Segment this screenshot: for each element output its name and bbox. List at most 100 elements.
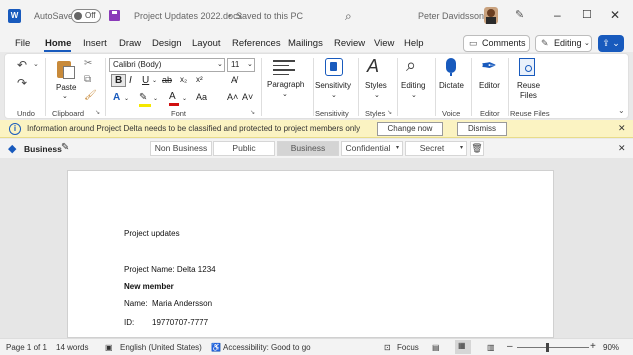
language[interactable]: English (United States)	[120, 343, 202, 352]
close-icon[interactable]: ✕	[610, 8, 620, 22]
subscript-button[interactable]: x₂	[180, 75, 187, 84]
font-color-icon[interactable]: A	[169, 91, 179, 106]
menu-references[interactable]: References	[232, 38, 281, 49]
delete-label-icon[interactable]: 🗑	[470, 141, 484, 156]
paste-icon[interactable]	[55, 59, 77, 81]
copy-icon[interactable]: ⧉	[84, 74, 91, 85]
highlight-icon[interactable]: ✎	[139, 92, 151, 107]
paragraph-icon[interactable]	[273, 60, 295, 75]
grow-font-icon[interactable]: A˄	[227, 92, 238, 102]
zoom-level[interactable]: 90%	[603, 343, 619, 352]
save-icon[interactable]	[109, 10, 120, 21]
styles-label[interactable]: Styles	[365, 81, 387, 90]
reuse-label-line1[interactable]: Reuse	[517, 81, 540, 90]
label-option-secret[interactable]: Secret ▾	[405, 141, 467, 156]
styles-dropdown-icon[interactable]: ⌄	[374, 91, 380, 99]
font-size-select[interactable]: 11 ⌄	[227, 58, 255, 72]
italic-button[interactable]: I	[129, 75, 132, 86]
autosave-toggle[interactable]: Off	[71, 9, 101, 23]
paste-dropdown-icon[interactable]: ⌄	[62, 92, 68, 100]
focus-label[interactable]: Focus	[397, 343, 419, 352]
share-button[interactable]: ⇪ ⌄	[598, 35, 624, 52]
zoom-slider-thumb[interactable]	[546, 343, 549, 352]
accessibility-icon[interactable]: ♿	[211, 343, 221, 352]
superscript-button[interactable]: x²	[196, 75, 203, 84]
clear-formatting-icon[interactable]: A̸	[231, 75, 237, 85]
zoom-out-icon[interactable]: –	[507, 341, 513, 352]
avatar[interactable]	[484, 7, 498, 24]
change-now-button[interactable]: Change now	[377, 122, 443, 136]
minimize-icon[interactable]: –	[554, 8, 561, 22]
edit-label-icon[interactable]: ✎	[61, 142, 69, 153]
page-count[interactable]: Page 1 of 1	[6, 343, 47, 352]
text-effects-dropdown-icon[interactable]: ⌄	[124, 95, 129, 102]
format-painter-icon[interactable]: 🖌	[84, 90, 97, 101]
menu-view[interactable]: View	[374, 38, 394, 49]
menu-draw[interactable]: Draw	[119, 38, 141, 49]
label-option-public[interactable]: Public	[213, 141, 275, 156]
highlight-dropdown-icon[interactable]: ⌄	[153, 95, 158, 102]
print-layout-icon[interactable]: ▦	[455, 340, 471, 354]
undo-dropdown-icon[interactable]: ⌄	[33, 60, 39, 68]
ribbon-collapse-icon[interactable]: ⌄	[618, 106, 625, 115]
label-option-business[interactable]: Business	[277, 141, 339, 156]
menu-insert[interactable]: Insert	[83, 38, 107, 49]
clipboard-launcher-icon[interactable]: ↘	[95, 109, 100, 116]
dismiss-button[interactable]: Dismiss	[457, 122, 507, 136]
paragraph-label[interactable]: Paragraph	[267, 80, 304, 89]
paragraph-dropdown-icon[interactable]: ⌄	[282, 90, 288, 98]
accessibility-status[interactable]: Accessibility: Good to go	[223, 343, 311, 352]
word-count[interactable]: 14 words	[56, 343, 88, 352]
web-layout-icon[interactable]: ▥	[487, 343, 495, 352]
menu-help[interactable]: Help	[404, 38, 424, 49]
label-option-confidential[interactable]: Confidential ▾	[341, 141, 403, 156]
menu-design[interactable]: Design	[152, 38, 182, 49]
microphone-icon[interactable]	[446, 58, 456, 73]
sensitivity-icon[interactable]	[325, 58, 343, 76]
underline-dropdown-icon[interactable]: ⌄	[152, 77, 157, 84]
menu-file[interactable]: File	[15, 38, 30, 49]
sensitivity-dropdown-icon[interactable]: ⌄	[331, 91, 337, 99]
editing-label[interactable]: Editing	[401, 81, 425, 90]
maximize-icon[interactable]: ☐	[582, 8, 592, 21]
styles-icon[interactable]: A	[367, 56, 379, 77]
reuse-label-line2[interactable]: Files	[520, 91, 537, 100]
search-icon[interactable]: ⌕	[345, 9, 352, 24]
paste-label[interactable]: Paste	[56, 83, 76, 92]
zoom-in-icon[interactable]: +	[590, 341, 596, 352]
strikethrough-button[interactable]: ab	[162, 75, 172, 85]
styles-launcher-icon[interactable]: ↘	[387, 109, 392, 116]
close-icon[interactable]: ✕	[618, 143, 626, 154]
pen-icon[interactable]: ✎	[515, 8, 524, 21]
change-case-icon[interactable]: Aa	[196, 92, 207, 102]
shrink-font-icon[interactable]: A˅	[242, 92, 253, 102]
menu-review[interactable]: Review	[334, 38, 365, 49]
reuse-files-icon[interactable]	[519, 58, 535, 76]
read-mode-icon[interactable]: ▤	[432, 343, 440, 352]
editing-mode-button[interactable]: ✎ Editing ⌄	[535, 35, 592, 52]
focus-icon[interactable]: ⊡	[384, 343, 391, 352]
bold-button[interactable]: B	[111, 74, 127, 87]
sensitivity-label[interactable]: Sensitivity	[315, 81, 351, 90]
dictate-label[interactable]: Dictate	[439, 81, 464, 90]
menu-mailings[interactable]: Mailings	[288, 38, 323, 49]
font-launcher-icon[interactable]: ↘	[250, 109, 255, 116]
undo-icon[interactable]: ↶	[17, 58, 27, 72]
editing-dropdown-icon[interactable]: ⌄	[411, 91, 417, 99]
menu-layout[interactable]: Layout	[192, 38, 221, 49]
menu-home[interactable]: Home	[45, 38, 71, 49]
proofing-icon[interactable]: ▣	[105, 343, 113, 352]
font-name-select[interactable]: Calibri (Body) ⌄	[109, 58, 225, 72]
zoom-slider[interactable]	[517, 347, 589, 348]
editor-icon[interactable]: ✒	[481, 55, 497, 78]
cut-icon[interactable]: ✂	[84, 58, 92, 69]
comments-button[interactable]: ▭ Comments	[463, 35, 530, 52]
underline-button[interactable]: U	[142, 75, 149, 86]
close-icon[interactable]: ✕	[618, 123, 626, 134]
text-effects-icon[interactable]: A	[113, 92, 120, 103]
editor-label[interactable]: Editor	[479, 81, 500, 90]
font-color-dropdown-icon[interactable]: ⌄	[182, 95, 187, 102]
editing-search-icon[interactable]: ⌕	[406, 55, 416, 76]
label-option-non-business[interactable]: Non Business	[150, 141, 212, 156]
redo-icon[interactable]: ↷	[17, 76, 27, 90]
